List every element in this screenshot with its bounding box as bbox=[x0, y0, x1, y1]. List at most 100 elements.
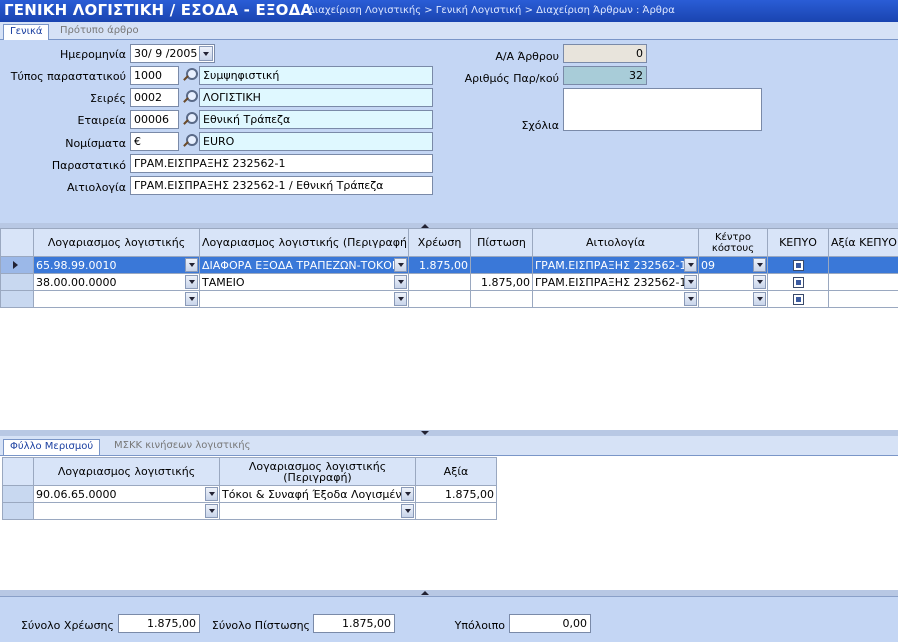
col-account[interactable]: Λογαριασμος λογιστικής bbox=[33, 228, 200, 257]
alloc-account-cell[interactable]: 90.06.65.0000 bbox=[33, 485, 220, 503]
reason-cell[interactable]: ΓΡΑΜ.ΕΙΣΠΡΑΞΗΣ 232562-1 / bbox=[532, 273, 699, 291]
kepyo-checkbox[interactable] bbox=[792, 260, 804, 271]
tab-template-article[interactable]: Πρότυπο άρθρο bbox=[54, 24, 145, 40]
currency-code-field[interactable]: € bbox=[130, 132, 179, 151]
reason-cell[interactable] bbox=[532, 290, 699, 308]
account-desc-dropdown-button[interactable] bbox=[394, 275, 407, 289]
cost-center-dropdown-button[interactable] bbox=[753, 258, 766, 272]
current-row-icon bbox=[13, 261, 18, 269]
table-row[interactable]: 38.00.00.0000 ΤΑΜΕΙΟ 1.875,00 ΓΡΑΜ.ΕΙΣΠΡ… bbox=[0, 273, 898, 291]
expand-down-icon[interactable] bbox=[421, 431, 429, 435]
cost-center-dropdown-button[interactable] bbox=[753, 292, 766, 306]
col-kepyo[interactable]: ΚΕΠΥΟ bbox=[767, 228, 829, 257]
credit-cell[interactable]: 1.875,00 bbox=[470, 273, 533, 291]
window-title: ΓΕΝΙΚΗ ΛΟΓΙΣΤΙΚΗ / ΕΣΟΔΑ - ΕΞΟΔΑ bbox=[4, 1, 313, 19]
account-cell[interactable]: 65.98.99.0010 bbox=[33, 256, 200, 274]
select-all-cell[interactable] bbox=[0, 228, 34, 257]
document-field[interactable]: ΓΡΑΜ.ΕΙΣΠΡΑΞΗΣ 232562-1 bbox=[130, 154, 433, 173]
tab-general[interactable]: Γενικά bbox=[3, 24, 50, 40]
col-kepyo-value[interactable]: Αξία ΚΕΠΥΟ bbox=[828, 228, 898, 257]
table-row[interactable] bbox=[0, 290, 898, 308]
doc-type-search-icon[interactable] bbox=[180, 67, 198, 84]
alloc-account-cell[interactable] bbox=[33, 502, 220, 520]
table-row[interactable]: 65.98.99.0010 ΔΙΑΦΟΡΑ ΕΞΟΔΑ ΤΡΑΠΕΖΩΝ-ΤΟΚ… bbox=[0, 256, 898, 274]
kepyo-value-cell[interactable] bbox=[828, 290, 898, 308]
row-indicator[interactable] bbox=[2, 485, 34, 503]
series-search-icon[interactable] bbox=[180, 89, 198, 106]
kepyo-checkbox[interactable] bbox=[792, 277, 804, 288]
account-dropdown-button[interactable] bbox=[185, 258, 198, 272]
series-desc-field[interactable]: ΛΟΓΙΣΤΙΚΗ bbox=[199, 88, 433, 107]
cost-center-dropdown-button[interactable] bbox=[753, 275, 766, 289]
debit-cell[interactable] bbox=[408, 290, 471, 308]
debit-cell[interactable]: 1.875,00 bbox=[408, 256, 471, 274]
cost-center-cell[interactable] bbox=[698, 273, 768, 291]
alloc-desc-cell[interactable] bbox=[219, 502, 416, 520]
alloc-account-dropdown-button[interactable] bbox=[205, 504, 218, 518]
col-alloc-desc[interactable]: Λογαριασμος λογιστικής (Περιγραφή) bbox=[219, 457, 416, 486]
entries-grid: Λογαριασμος λογιστικής Λογαριασμος λογισ… bbox=[0, 228, 898, 308]
alloc-desc-dropdown-button[interactable] bbox=[401, 487, 414, 501]
comments-textarea[interactable] bbox=[563, 88, 762, 131]
tab-allocation-sheet[interactable]: Φύλλο Μερισμού bbox=[3, 439, 101, 455]
account-desc-cell[interactable] bbox=[199, 290, 409, 308]
account-dropdown-button[interactable] bbox=[185, 275, 198, 289]
account-cell[interactable]: 38.00.00.0000 bbox=[33, 273, 200, 291]
col-alloc-value[interactable]: Αξία bbox=[415, 457, 497, 486]
company-code-field[interactable]: 00006 bbox=[130, 110, 179, 129]
kepyo-cell[interactable] bbox=[767, 290, 829, 308]
col-alloc-account[interactable]: Λογαριασμος λογιστικής bbox=[33, 457, 220, 486]
col-credit[interactable]: Πίστωση bbox=[470, 228, 533, 257]
kepyo-cell[interactable] bbox=[767, 256, 829, 274]
row-indicator[interactable] bbox=[0, 273, 34, 291]
row-indicator[interactable] bbox=[2, 502, 34, 520]
company-search-icon[interactable] bbox=[180, 111, 198, 128]
reason-dropdown-button[interactable] bbox=[684, 292, 697, 306]
debit-cell[interactable] bbox=[408, 273, 471, 291]
account-desc-cell[interactable]: ΔΙΑΦΟΡΑ ΕΞΟΔΑ ΤΡΑΠΕΖΩΝ-ΤΟΚΟΙ bbox=[199, 256, 409, 274]
currency-desc-field[interactable]: EURO bbox=[199, 132, 433, 151]
table-row[interactable] bbox=[2, 502, 497, 520]
reason-field[interactable]: ΓΡΑΜ.ΕΙΣΠΡΑΞΗΣ 232562-1 / Εθνική Τράπεζα bbox=[130, 176, 433, 195]
col-cost-center[interactable]: Κέντρο κόστους bbox=[698, 228, 768, 257]
account-dropdown-button[interactable] bbox=[185, 292, 198, 306]
account-desc-dropdown-button[interactable] bbox=[394, 292, 407, 306]
date-dropdown-button[interactable] bbox=[199, 46, 213, 61]
credit-cell[interactable] bbox=[470, 290, 533, 308]
col-debit[interactable]: Χρέωση bbox=[408, 228, 471, 257]
account-desc-dropdown-button[interactable] bbox=[394, 258, 407, 272]
credit-cell[interactable] bbox=[470, 256, 533, 274]
row-indicator[interactable] bbox=[0, 256, 34, 274]
account-desc-cell[interactable]: ΤΑΜΕΙΟ bbox=[199, 273, 409, 291]
kepyo-value-cell[interactable] bbox=[828, 273, 898, 291]
reason-dropdown-button[interactable] bbox=[684, 275, 697, 289]
alloc-value-cell[interactable]: 1.875,00 bbox=[415, 485, 497, 503]
collapse-up-icon[interactable] bbox=[421, 591, 429, 595]
alloc-account-dropdown-button[interactable] bbox=[205, 487, 218, 501]
cost-center-cell[interactable]: 09 bbox=[698, 256, 768, 274]
series-code-field[interactable]: 0002 bbox=[130, 88, 179, 107]
cost-center-cell[interactable] bbox=[698, 290, 768, 308]
row-indicator[interactable] bbox=[0, 290, 34, 308]
company-desc-field[interactable]: Εθνική Τράπεζα bbox=[199, 110, 433, 129]
kepyo-value-cell[interactable] bbox=[828, 256, 898, 274]
reason-dropdown-button[interactable] bbox=[684, 258, 697, 272]
tab-mskk-movements[interactable]: ΜΣΚΚ κινήσεων λογιστικής bbox=[108, 439, 257, 455]
kepyo-checkbox[interactable] bbox=[792, 294, 804, 305]
doc-no-field[interactable]: 32 bbox=[563, 66, 647, 85]
alloc-value-cell[interactable] bbox=[415, 502, 497, 520]
kepyo-cell[interactable] bbox=[767, 273, 829, 291]
col-account-desc[interactable]: Λογαριασμος λογιστικής (Περιγραφή) bbox=[199, 228, 409, 257]
alloc-desc-cell[interactable]: Τόκοι & Συναφή Έξοδα Λογισμένα bbox=[219, 485, 416, 503]
col-reason[interactable]: Αιτιολογία bbox=[532, 228, 699, 257]
reason-cell[interactable]: ΓΡΑΜ.ΕΙΣΠΡΑΞΗΣ 232562-1 / bbox=[532, 256, 699, 274]
account-value: 65.98.99.0010 bbox=[36, 258, 117, 272]
select-all-cell[interactable] bbox=[2, 457, 34, 486]
doc-type-desc-field[interactable]: Συμψηφιστική bbox=[199, 66, 433, 85]
table-row[interactable]: 90.06.65.0000 Τόκοι & Συναφή Έξοδα Λογισ… bbox=[2, 485, 497, 503]
account-cell[interactable] bbox=[33, 290, 200, 308]
doc-type-code-field[interactable]: 1000 bbox=[130, 66, 179, 85]
currency-search-icon[interactable] bbox=[180, 133, 198, 150]
company-label: Εταιρεία bbox=[77, 114, 126, 127]
alloc-desc-dropdown-button[interactable] bbox=[401, 504, 414, 518]
